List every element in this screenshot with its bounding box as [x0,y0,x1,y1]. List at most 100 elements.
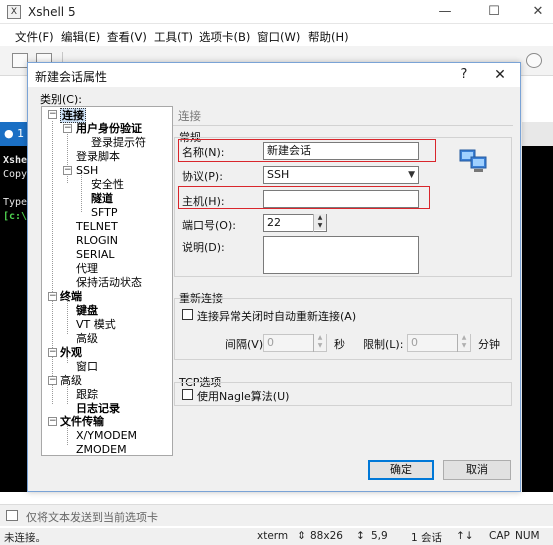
tree-collapse-icon[interactable]: − [48,110,57,119]
status-num: NUM [515,530,540,542]
maximize-button[interactable]: ☐ [481,3,507,21]
auto-reconnect-checkbox[interactable] [182,309,193,320]
menu-view[interactable]: 查看(V) [107,29,147,45]
tree-collapse-icon[interactable]: − [48,348,57,357]
status-cursor-position: 5,9 [371,530,388,542]
nagle-label: 使用Nagle算法(U) [197,390,290,403]
tree-collapse-icon[interactable]: − [48,292,57,301]
tree-item-terminal[interactable]: 终端 [60,290,82,303]
protocol-value: SSH [267,168,290,181]
spin-up-icon[interactable]: ▲ [314,214,326,222]
limit-input[interactable]: 0 ▲ ▼ [407,334,471,352]
tree-item-logging[interactable]: 日志记录 [76,402,120,415]
tree-item-rlogin[interactable]: RLOGIN [76,234,118,247]
nagle-checkbox[interactable] [182,389,193,400]
status-connection: 未连接。 [4,532,46,544]
tree-collapse-icon[interactable]: − [63,124,72,133]
port-spinner[interactable]: ▲ ▼ [313,214,326,232]
status-terminal-size: 88x26 [310,530,343,542]
session-tab[interactable]: ● 1 [0,122,30,146]
spin-up-icon[interactable]: ▲ [458,334,470,342]
tree-item-appearance[interactable]: 外观 [60,346,82,359]
status-sessions: 1 会话 [411,532,443,544]
tree-item-file-transfer[interactable]: 文件传输 [60,415,104,428]
dialog-close-button[interactable]: ✕ [490,66,510,84]
tree-item-ssh[interactable]: SSH [76,164,98,177]
tree-collapse-icon[interactable]: − [48,417,57,426]
spin-down-icon[interactable]: ▼ [314,342,326,350]
help-icon[interactable] [526,53,542,68]
tree-item-terminal-advanced[interactable]: 高级 [76,332,98,345]
tree-item-trace[interactable]: 跟踪 [76,388,98,401]
tree-item-sftp[interactable]: SFTP [91,206,117,219]
port-input[interactable]: 22 ▲ ▼ [263,214,327,232]
interval-input[interactable]: 0 ▲ ▼ [263,334,327,352]
tree-item-tunneling[interactable]: 隧道 [91,192,113,205]
terminal-prompt: [c:\~ [3,211,30,222]
settings-panel: 连接 常规 名称(N): 新建会话 协议(P): SSH ▼ 主机(H): 端口… [173,106,513,456]
tree-connector [52,121,53,404]
name-field-highlight [178,139,436,162]
description-label: 说明(D): [182,241,225,254]
menu-help[interactable]: 帮助(H) [308,29,349,45]
status-bar: 未连接。 xterm ⇕ 88x26 ↕ 5,9 1 会话 ↑↓ CAP NUM [0,528,553,545]
tree-item-keyboard[interactable]: 键盘 [76,304,98,317]
terminal-size-icon: ⇕ [297,530,306,542]
tree-item-login-script[interactable]: 登录脚本 [76,150,120,163]
network-computer-icon [459,149,487,172]
tree-item-telnet[interactable]: TELNET [76,220,118,233]
protocol-select[interactable]: SSH ▼ [263,166,419,184]
tree-item-window[interactable]: 窗口 [76,360,98,373]
cancel-button[interactable]: 取消 [443,460,511,480]
terminal-area[interactable]: Xshel Copyr Type [c:\~ [0,146,30,492]
chevron-down-icon: ▼ [408,170,415,180]
category-tree[interactable]: − 连接 − 用户身份验证 登录提示符 登录脚本 − SSH 安全性 隧道 SF… [41,106,173,456]
send-bar-placeholder: 仅将文本发送到当前选项卡 [26,511,158,524]
tree-item-vt-mode[interactable]: VT 模式 [76,318,116,331]
tree-item-proxy[interactable]: 代理 [76,262,98,275]
menu-file[interactable]: 文件(F) [15,29,54,45]
tab-label: 1 [17,127,25,140]
ok-button[interactable]: 确定 [368,460,434,480]
description-textarea[interactable] [263,236,419,274]
tree-collapse-icon[interactable]: − [48,376,57,385]
tree-item-advanced[interactable]: 高级 [60,374,82,387]
scroll-arrow-icon: ↑↓ [456,530,474,542]
status-terminal-type: xterm [257,530,289,542]
tree-item-xymodem[interactable]: X/YMODEM [76,429,137,442]
tree-item-serial[interactable]: SERIAL [76,248,114,261]
spin-up-icon[interactable]: ▲ [314,334,326,342]
menu-window[interactable]: 窗口(W) [257,29,300,45]
tree-item-login-prompt[interactable]: 登录提示符 [91,136,146,149]
menu-tools[interactable]: 工具(T) [154,29,193,45]
terminal-line: Type [3,197,28,208]
menu-bar: 文件(F) 编辑(E) 查看(V) 工具(T) 选项卡(B) 窗口(W) 帮助(… [0,26,553,46]
auto-reconnect-label: 连接异常关闭时自动重新连接(A) [197,310,357,323]
dialog-help-button[interactable]: ? [454,66,474,84]
send-text-icon[interactable] [6,510,18,521]
limit-label: 限制(L): [363,338,404,351]
tree-collapse-icon[interactable]: − [63,166,72,175]
new-session-icon[interactable] [12,53,28,68]
tree-item-connection[interactable]: 连接 [60,108,86,123]
terminal-area-right [522,146,553,492]
tree-item-user-auth[interactable]: 用户身份验证 [76,122,142,135]
close-button[interactable]: ✕ [525,3,551,21]
spin-down-icon[interactable]: ▼ [458,342,470,350]
menu-tabs[interactable]: 选项卡(B) [199,29,250,45]
interval-spinner[interactable]: ▲ ▼ [313,334,326,352]
tree-item-zmodem[interactable]: ZMODEM [76,443,127,455]
menu-edit[interactable]: 编辑(E) [61,29,100,45]
new-session-dialog: 新建会话属性 ? ✕ 类别(C): − 连接 − 用户身份验证 登录提示符 登录… [27,62,521,492]
send-bar[interactable]: 仅将文本发送到当前选项卡 [0,504,553,526]
tree-item-keep-alive[interactable]: 保持活动状态 [76,276,142,289]
tree-item-security[interactable]: 安全性 [91,178,124,191]
port-value: 22 [267,216,281,229]
cursor-position-icon: ↕ [356,530,365,542]
spin-down-icon[interactable]: ▼ [314,222,326,230]
limit-unit: 分钟 [478,338,500,351]
dialog-title: 新建会话属性 [35,70,108,84]
limit-spinner[interactable]: ▲ ▼ [457,334,470,352]
minimize-button[interactable]: — [432,3,458,21]
